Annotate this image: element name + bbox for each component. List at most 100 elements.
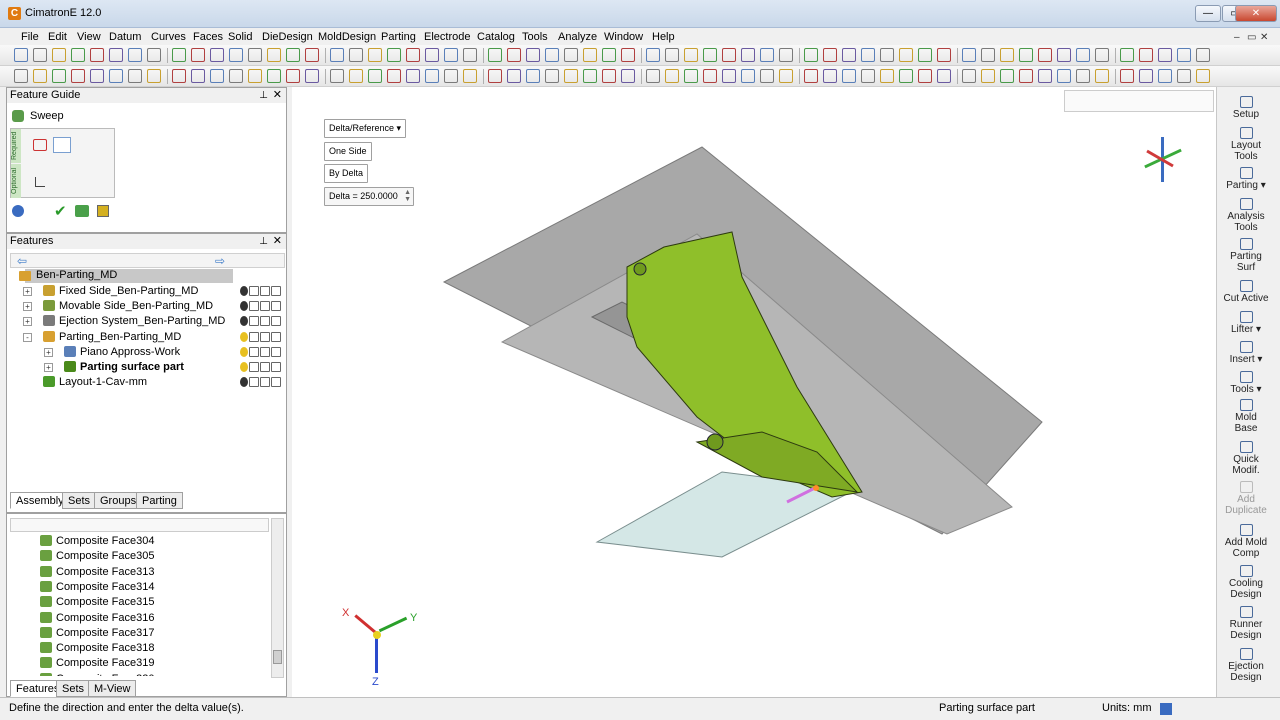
toolbar-button-icon[interactable] bbox=[1139, 48, 1153, 62]
toolbar-button-icon[interactable] bbox=[210, 48, 224, 62]
edit-icon[interactable] bbox=[271, 286, 281, 296]
menu-item-diedesign[interactable]: DieDesign bbox=[262, 28, 313, 46]
toolbar-button-icon[interactable] bbox=[191, 48, 205, 62]
tab-sets[interactable]: Sets bbox=[56, 680, 91, 697]
activate-icon[interactable] bbox=[260, 346, 270, 357]
toolbar-button-icon[interactable] bbox=[722, 69, 736, 83]
toolbar-button-icon[interactable] bbox=[703, 69, 717, 83]
close-panel-icon[interactable]: ✕ bbox=[273, 88, 282, 103]
toolbar-button-icon[interactable] bbox=[1158, 69, 1172, 83]
menu-item-window[interactable]: Window bbox=[604, 28, 643, 46]
back-arrow-icon[interactable]: ⇦ bbox=[17, 254, 27, 268]
tab-groups[interactable]: Groups bbox=[94, 492, 143, 509]
toolbar-button-icon[interactable] bbox=[1177, 48, 1191, 62]
menu-item-help[interactable]: Help bbox=[652, 28, 675, 46]
toolbar-button-icon[interactable] bbox=[330, 69, 344, 83]
edit-icon[interactable] bbox=[271, 301, 281, 312]
toolbar-button-icon[interactable] bbox=[1095, 48, 1109, 62]
show-hide-icon[interactable] bbox=[249, 316, 259, 327]
toolbar-button-icon[interactable] bbox=[387, 69, 401, 83]
toolbar-button-icon[interactable] bbox=[248, 69, 262, 83]
toolbar-button-icon[interactable] bbox=[684, 48, 698, 62]
close-panel-icon[interactable]: ✕ bbox=[273, 234, 282, 249]
menu-item-faces[interactable]: Faces bbox=[193, 28, 223, 46]
toolbar-button-icon[interactable] bbox=[286, 48, 300, 62]
toolbar-button-icon[interactable] bbox=[210, 69, 224, 83]
toolbar-button-icon[interactable] bbox=[621, 69, 635, 83]
activate-icon[interactable] bbox=[260, 377, 270, 388]
toolbar-button-icon[interactable] bbox=[305, 69, 319, 83]
toolbar-button-icon[interactable] bbox=[71, 48, 85, 62]
tree-item[interactable]: Movable Side_Ben-Parting_MD bbox=[43, 299, 213, 314]
toolbar-button-icon[interactable] bbox=[760, 48, 774, 62]
toolbar-button-icon[interactable] bbox=[425, 69, 439, 83]
tree-item[interactable]: Parting_Ben-Parting_MD bbox=[43, 330, 181, 345]
menu-item-view[interactable]: View bbox=[77, 28, 101, 46]
toolbar-button-icon[interactable] bbox=[1076, 48, 1090, 62]
tool-parting-surf[interactable]: Parting Surf bbox=[1218, 238, 1274, 273]
menu-item-tools[interactable]: Tools bbox=[522, 28, 548, 46]
toolbar-button-icon[interactable] bbox=[52, 69, 66, 83]
toolbar-button-icon[interactable] bbox=[52, 48, 66, 62]
toolbar-button-icon[interactable] bbox=[1120, 48, 1134, 62]
close-button[interactable]: ✕ bbox=[1235, 5, 1277, 22]
toolbar-button-icon[interactable] bbox=[526, 69, 540, 83]
tree-item[interactable]: Piano Appross-Work bbox=[64, 345, 180, 360]
show-hide-icon[interactable] bbox=[249, 301, 259, 312]
tool-layout-tools[interactable]: Layout Tools bbox=[1218, 127, 1274, 162]
toolbar-button-icon[interactable] bbox=[918, 69, 932, 83]
graphics-viewport[interactable]: Delta/Reference ▾ One Side By Delta Delt… bbox=[292, 87, 1216, 697]
toolbar-button-icon[interactable] bbox=[1019, 69, 1033, 83]
visibility-bulb-icon[interactable] bbox=[240, 331, 248, 342]
toolbar-button-icon[interactable] bbox=[583, 48, 597, 62]
tree-expander[interactable]: + bbox=[23, 302, 32, 312]
face-list-item[interactable]: Composite Face315 bbox=[40, 595, 154, 610]
toolbar-button-icon[interactable] bbox=[71, 69, 85, 83]
activate-icon[interactable] bbox=[260, 331, 270, 342]
toolbar-button-icon[interactable] bbox=[1139, 69, 1153, 83]
faces-scrollbar[interactable] bbox=[271, 518, 284, 678]
face-list-item[interactable]: Composite Face304 bbox=[40, 534, 154, 549]
toolbar-button-icon[interactable] bbox=[602, 48, 616, 62]
toolbar-button-icon[interactable] bbox=[823, 48, 837, 62]
tree-expander[interactable]: + bbox=[44, 347, 53, 357]
toolbar-button-icon[interactable] bbox=[406, 69, 420, 83]
options-dropdown-icon[interactable] bbox=[12, 205, 24, 217]
face-list-item[interactable]: Composite Face317 bbox=[40, 626, 154, 641]
toolbar-button-icon[interactable] bbox=[937, 48, 951, 62]
tree-expander[interactable]: + bbox=[23, 317, 32, 327]
toolbar-button-icon[interactable] bbox=[172, 69, 186, 83]
direction-handle[interactable] bbox=[813, 485, 819, 491]
toolbar-button-icon[interactable] bbox=[880, 48, 894, 62]
activate-icon[interactable] bbox=[260, 362, 270, 372]
tool-ejection[interactable]: Ejection Design bbox=[1218, 648, 1274, 683]
toolbar-button-icon[interactable] bbox=[248, 48, 262, 62]
tool-tools[interactable]: Tools ▾ bbox=[1218, 371, 1274, 395]
toolbar-button-icon[interactable] bbox=[602, 69, 616, 83]
toolbar-button-icon[interactable] bbox=[804, 69, 818, 83]
tree-item[interactable]: Fixed Side_Ben-Parting_MD bbox=[43, 284, 198, 299]
tool-lifter[interactable]: Lifter ▾ bbox=[1218, 311, 1274, 335]
face-list-item[interactable]: Composite Face319 bbox=[40, 656, 154, 671]
toolbar-button-icon[interactable] bbox=[1076, 69, 1090, 83]
spinner-icon[interactable]: ▲ ▼ bbox=[404, 189, 411, 203]
toolbar-button-icon[interactable] bbox=[463, 69, 477, 83]
toolbar-button-icon[interactable] bbox=[684, 69, 698, 83]
tool-insert[interactable]: Insert ▾ bbox=[1218, 341, 1274, 365]
visibility-bulb-icon[interactable] bbox=[240, 362, 248, 372]
toolbar-button-icon[interactable] bbox=[147, 69, 161, 83]
menu-item-electrode[interactable]: Electrode bbox=[424, 28, 470, 46]
toolbar-button-icon[interactable] bbox=[804, 48, 818, 62]
show-hide-icon[interactable] bbox=[249, 346, 259, 357]
delta-mode-dropdown[interactable]: Delta/Reference ▾ bbox=[324, 119, 407, 138]
show-hide-icon[interactable] bbox=[249, 286, 259, 296]
toolbar-button-icon[interactable] bbox=[1120, 69, 1134, 83]
toolbar-button-icon[interactable] bbox=[646, 69, 660, 83]
toolbar-button-icon[interactable] bbox=[646, 48, 660, 62]
toolbar-button-icon[interactable] bbox=[1000, 48, 1014, 62]
toolbar-button-icon[interactable] bbox=[286, 69, 300, 83]
toolbar-button-icon[interactable] bbox=[1000, 69, 1014, 83]
toolbar-button-icon[interactable] bbox=[861, 69, 875, 83]
activate-icon[interactable] bbox=[260, 316, 270, 327]
toolbar-button-icon[interactable] bbox=[779, 69, 793, 83]
